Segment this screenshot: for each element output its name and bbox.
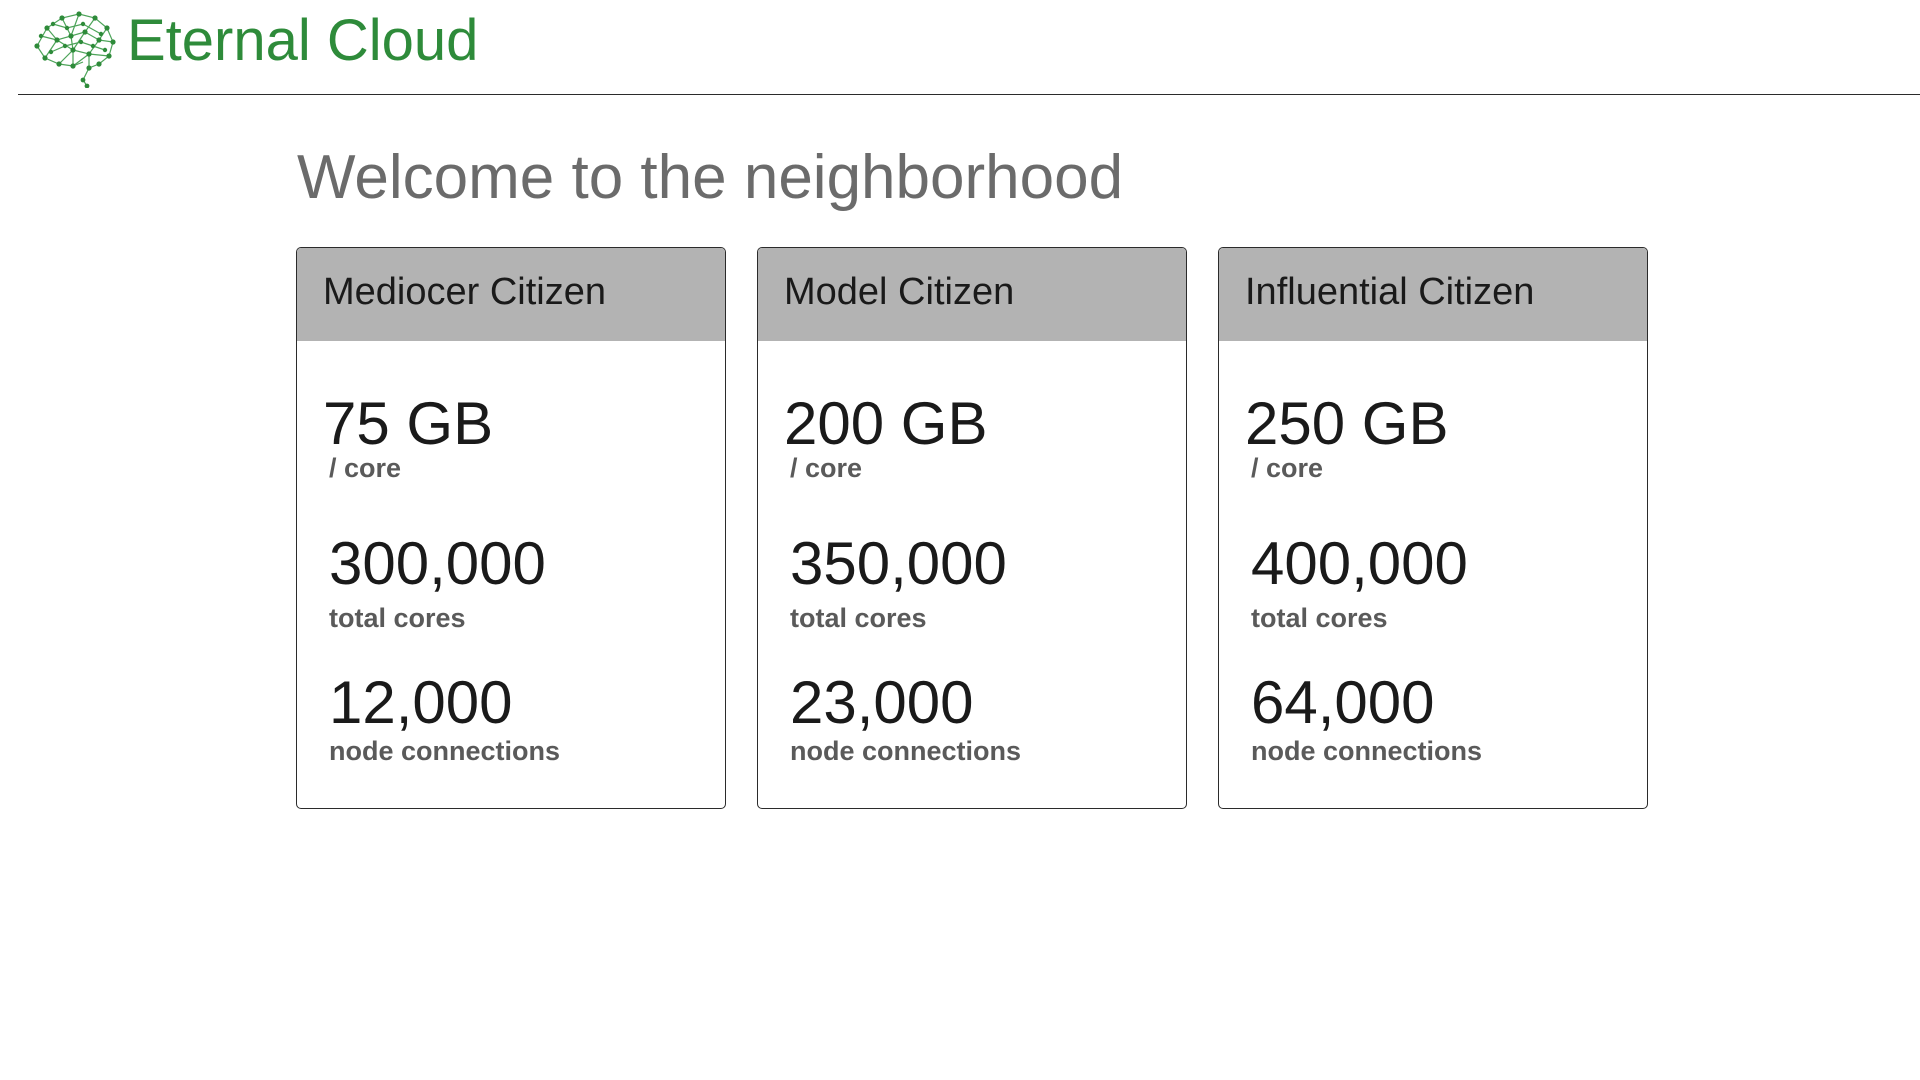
plan-card-header: Model Citizen <box>758 248 1186 341</box>
cores-label: total cores <box>1251 603 1388 633</box>
brand-name[interactable]: Eternal Cloud <box>127 6 478 76</box>
connections-value: 64,000 <box>1251 669 1435 736</box>
plan-card-model[interactable]: Model Citizen 200 GB / core 350,000 tota… <box>757 247 1187 809</box>
plan-card-influential[interactable]: Influential Citizen 250 GB / core 400,00… <box>1218 247 1648 809</box>
cores-metric: 350,000 total cores <box>790 530 1007 634</box>
plan-name: Model Citizen <box>784 271 1015 313</box>
connections-metric: 23,000 node connections <box>790 669 1021 767</box>
page-title: Welcome to the neighborhood <box>297 143 1124 212</box>
cores-value: 350,000 <box>790 530 1007 597</box>
cores-label: total cores <box>790 603 927 633</box>
plan-name: Mediocer Citizen <box>323 271 606 313</box>
cores-metric: 300,000 total cores <box>329 530 546 634</box>
cores-value: 400,000 <box>1251 530 1468 597</box>
connections-label: node connections <box>790 736 1022 766</box>
cores-label: total cores <box>329 603 466 633</box>
brain-network-icon <box>34 11 116 88</box>
connections-metric: 64,000 node connections <box>1251 669 1482 767</box>
storage-metric: 250 GB / core <box>1245 390 1448 484</box>
plan-card-header: Influential Citizen <box>1219 248 1647 341</box>
storage-value: 75 GB <box>323 390 494 457</box>
plan-cards: Mediocer Citizen 75 GB / core 300,000 to… <box>296 247 1650 810</box>
plan-card-header: Mediocer Citizen <box>297 248 725 341</box>
cores-value: 300,000 <box>329 530 546 597</box>
cores-metric: 400,000 total cores <box>1251 530 1468 634</box>
app-header: Eternal Cloud <box>18 0 1920 95</box>
storage-value: 200 GB <box>784 390 988 457</box>
connections-label: node connections <box>329 736 561 766</box>
connections-metric: 12,000 node connections <box>329 669 560 767</box>
connections-value: 23,000 <box>790 669 974 736</box>
storage-value: 250 GB <box>1245 390 1449 457</box>
plan-name: Influential Citizen <box>1245 271 1535 313</box>
plan-card-mediocer[interactable]: Mediocer Citizen 75 GB / core 300,000 to… <box>296 247 726 809</box>
connections-label: node connections <box>1251 736 1483 766</box>
connections-value: 12,000 <box>329 669 513 736</box>
storage-metric: 200 GB / core <box>784 390 987 484</box>
storage-metric: 75 GB / core <box>323 390 493 484</box>
